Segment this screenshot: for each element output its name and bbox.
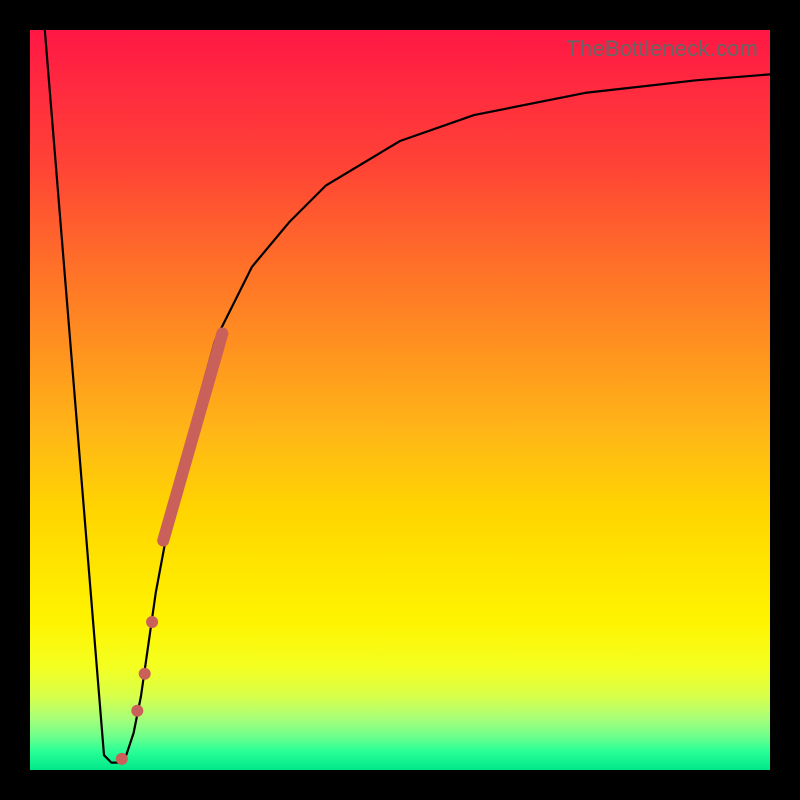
marker-dot: [146, 616, 158, 628]
marker-band: [163, 333, 222, 540]
chart-frame: TheBottleneck.com: [0, 0, 800, 800]
bottleneck-curve: [45, 30, 770, 763]
plot-area: TheBottleneck.com: [30, 30, 770, 770]
marker-dot: [131, 705, 143, 717]
marker-dot: [116, 753, 128, 765]
marker-dots: [116, 616, 158, 765]
chart-svg: [30, 30, 770, 770]
marker-dot: [139, 668, 151, 680]
